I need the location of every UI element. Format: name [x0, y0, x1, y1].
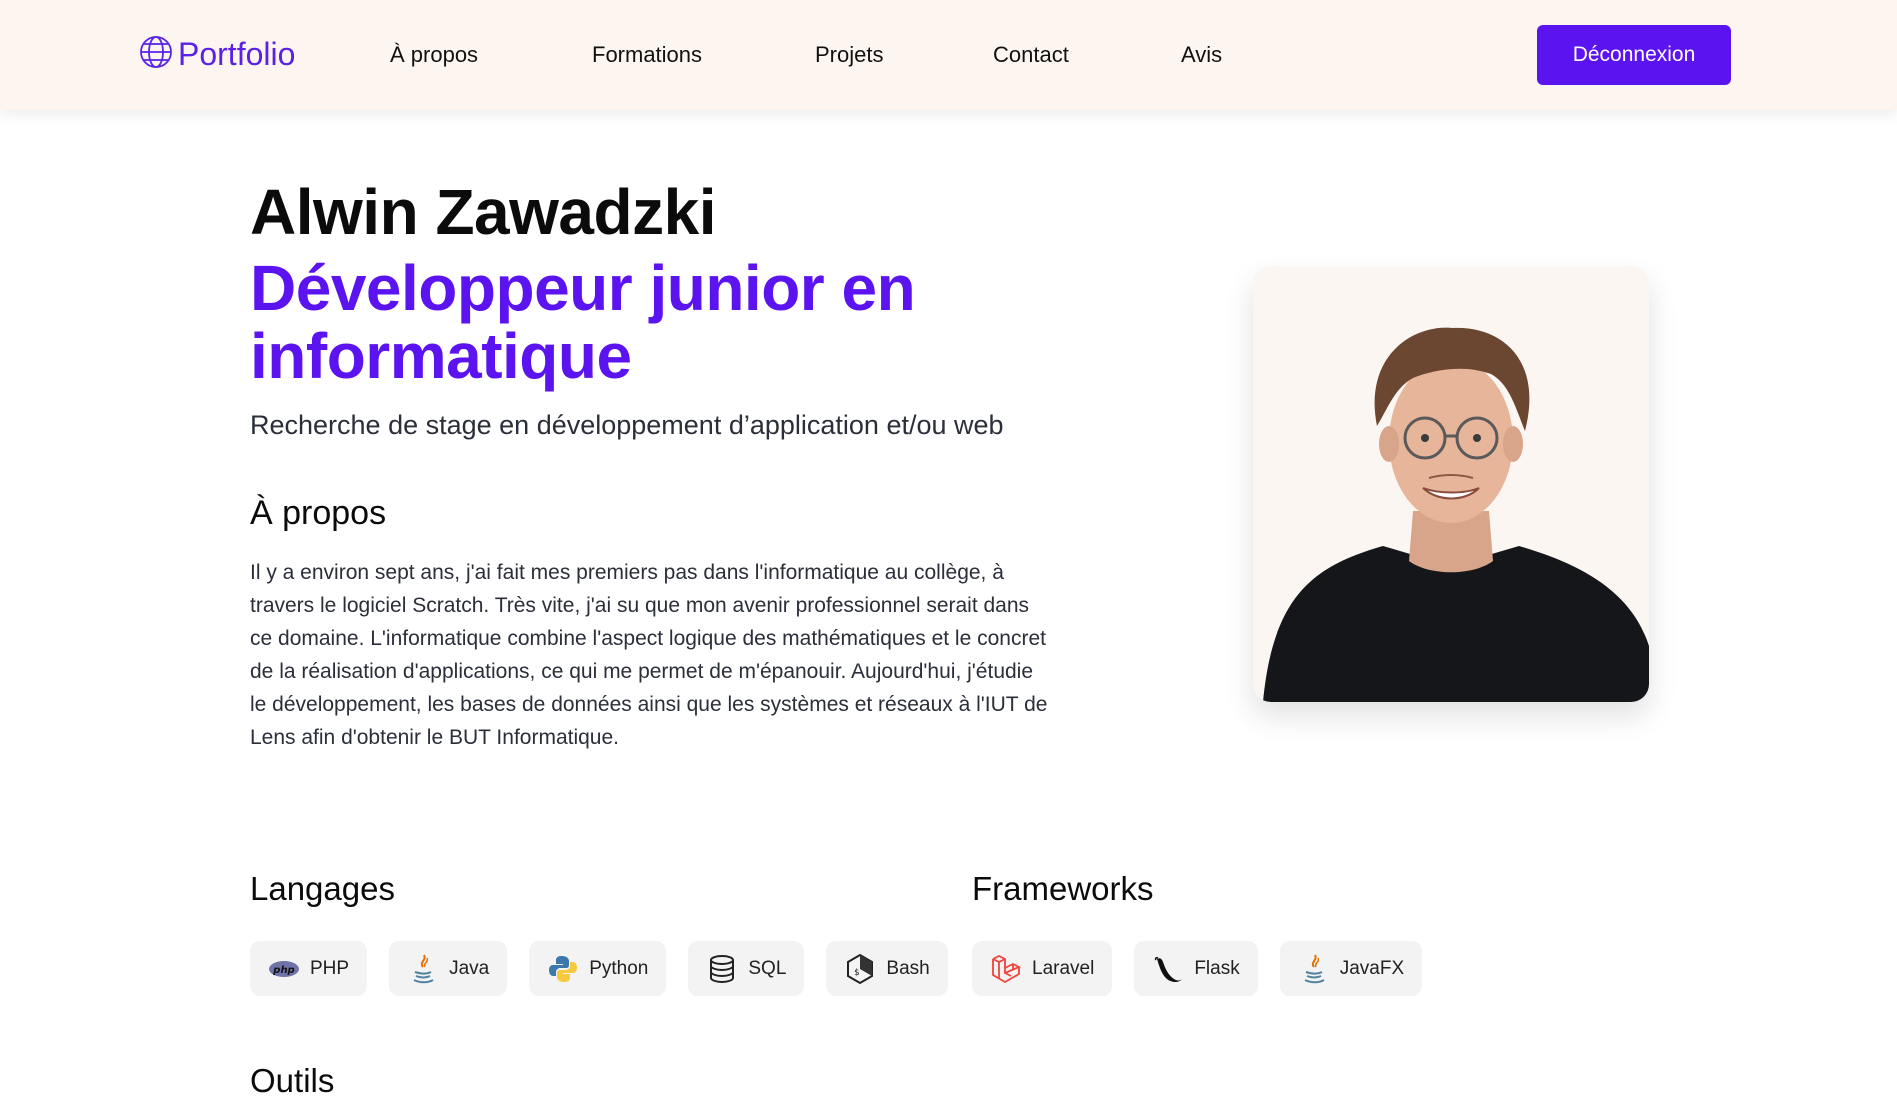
python-icon — [547, 953, 579, 985]
nav-link-projets[interactable]: Projets — [815, 42, 883, 68]
skill-chip-java[interactable]: Java — [389, 941, 508, 996]
skill-chip-label: Python — [589, 957, 649, 979]
hero-role: Développeur junior en informatique — [250, 252, 916, 392]
flask-icon — [1152, 953, 1184, 985]
brand-link[interactable]: Portfolio — [138, 34, 295, 75]
logout-button[interactable]: Déconnexion — [1537, 25, 1731, 85]
nav-link-a-propos[interactable]: À propos — [390, 42, 478, 68]
languages-title: Langages — [250, 870, 395, 907]
skill-chip-bash[interactable]: $ Bash — [826, 941, 948, 996]
bash-icon: $ — [844, 953, 876, 985]
languages-list: php PHP Java Python SQL $ Bash — [250, 941, 948, 996]
about-text: Il y a environ sept ans, j'ai fait mes p… — [250, 561, 1048, 749]
frameworks-title: Frameworks — [972, 870, 1154, 907]
skill-chip-label: Laravel — [1032, 957, 1095, 979]
skill-chip-python[interactable]: Python — [529, 941, 667, 996]
java-icon — [1298, 953, 1330, 985]
svg-text:$: $ — [854, 968, 859, 978]
skill-chip-label: JavaFX — [1339, 957, 1405, 979]
skill-chip-label: SQL — [748, 957, 787, 979]
skill-chip-laravel[interactable]: Laravel — [972, 941, 1113, 996]
database-icon — [706, 953, 738, 985]
globe-icon — [138, 34, 174, 75]
skill-chip-label: PHP — [310, 957, 350, 979]
navbar: Portfolio À propos Formations Projets Co… — [0, 0, 1897, 110]
about-title: À propos — [250, 494, 387, 532]
laravel-icon — [990, 953, 1022, 985]
hero-name: Alwin Zawadzki — [250, 176, 716, 248]
hero-tagline: Recherche de stage en développement d’ap… — [250, 410, 1004, 440]
brand-name: Portfolio — [178, 36, 296, 72]
skill-chip-label: Flask — [1194, 957, 1240, 979]
skill-chip-label: Java — [449, 957, 490, 979]
skill-chip-javafx[interactable]: JavaFX — [1279, 941, 1423, 996]
skill-chip-sql[interactable]: SQL — [688, 941, 805, 996]
svg-text:php: php — [272, 965, 294, 976]
php-icon: php — [268, 953, 300, 985]
skill-chip-label: Bash — [886, 957, 930, 979]
java-icon — [407, 953, 439, 985]
profile-photo — [1253, 266, 1649, 702]
skill-chip-flask[interactable]: Flask — [1134, 941, 1258, 996]
nav-link-avis[interactable]: Avis — [1181, 42, 1222, 68]
frameworks-list: Laravel Flask JavaFX — [972, 941, 1423, 996]
nav-link-formations[interactable]: Formations — [592, 42, 702, 68]
tools-title: Outils — [250, 1062, 335, 1099]
skill-chip-php[interactable]: php PHP — [250, 941, 368, 996]
nav-link-contact[interactable]: Contact — [993, 42, 1069, 68]
